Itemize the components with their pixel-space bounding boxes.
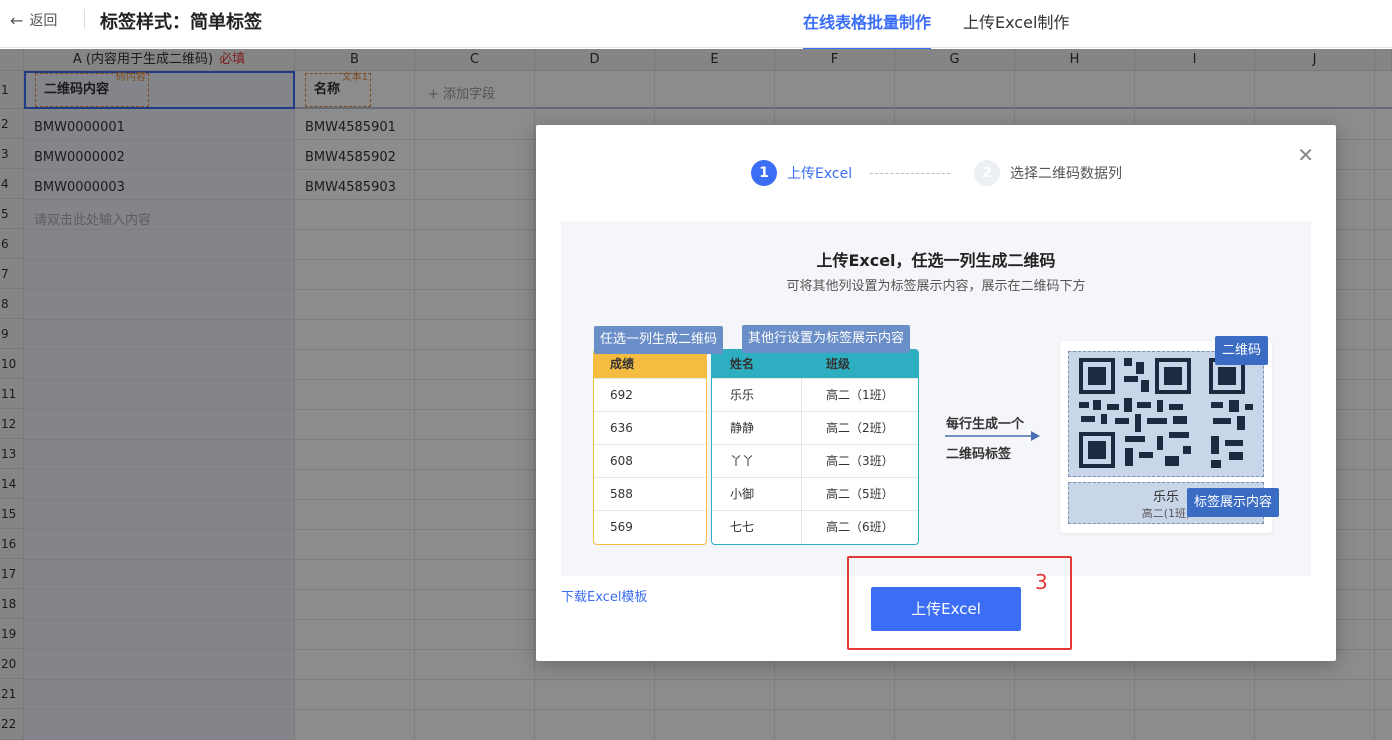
info-row: 乐乐 高二（1班）	[712, 378, 918, 411]
info-header: 姓名 班级	[712, 350, 918, 378]
annotation-number: 3	[1035, 570, 1048, 594]
score-table: 成绩 692 636 608 588 569	[593, 349, 707, 545]
score-cell: 692	[594, 378, 706, 411]
callout-select-column: 任选一列生成二维码	[594, 326, 724, 354]
student-class: 高二（2班）	[826, 421, 894, 435]
callout-other-columns: 其他行设置为标签展示内容	[742, 325, 911, 353]
student-name: 小御	[712, 478, 802, 510]
step-label: 上传Excel	[787, 166, 853, 182]
back-button[interactable]: ← 返回	[10, 10, 57, 30]
arrow-text-line2: 二维码标签	[946, 447, 1012, 462]
name-header: 姓名	[730, 357, 755, 371]
score-cell: 636	[594, 411, 706, 444]
step-connector	[870, 173, 950, 174]
step-number: 2	[974, 160, 1000, 186]
student-name: 七七	[712, 511, 802, 543]
student-class: 高二（6班）	[826, 520, 894, 534]
student-name: 丫丫	[712, 445, 802, 477]
student-name: 乐乐	[712, 379, 802, 411]
qr-badge: 二维码	[1215, 336, 1269, 365]
score-cell: 569	[594, 510, 706, 543]
info-row: 七七 高二（6班）	[712, 510, 918, 543]
score-header: 成绩	[594, 350, 706, 378]
panel-subtitle: 可将其他列设置为标签展示内容，展示在二维码下方	[786, 279, 1086, 294]
student-name: 静静	[712, 412, 802, 444]
student-class: 高二（1班）	[826, 388, 894, 402]
tab-upload-excel[interactable]: 上传Excel制作	[963, 9, 1069, 33]
panel-title: 上传Excel，任选一列生成二维码	[816, 251, 1056, 270]
label-display-badge: 标签展示内容	[1187, 488, 1280, 517]
score-cell: 608	[594, 444, 706, 477]
top-bar: ← 返回 标签样式：简单标签 在线表格批量制作 上传Excel制作	[0, 0, 1392, 50]
step-number: 1	[751, 160, 777, 186]
step-select-column: 2 选择二维码数据列	[974, 160, 1122, 186]
class-header: 班级	[826, 357, 851, 371]
student-class: 高二（5班）	[826, 487, 894, 501]
back-label: 返回	[29, 13, 58, 29]
page-title: 标签样式：简单标签	[100, 12, 262, 33]
close-icon[interactable]: ✕	[1297, 143, 1314, 167]
step-label: 选择二维码数据列	[1010, 166, 1122, 182]
info-row: 静静 高二（2班）	[712, 411, 918, 444]
score-cell: 588	[594, 477, 706, 510]
info-row: 小御 高二（5班）	[712, 477, 918, 510]
info-row: 丫丫 高二（3班）	[712, 444, 918, 477]
student-class: 高二（3班）	[826, 454, 894, 468]
illustration-panel: 上传Excel，任选一列生成二维码 可将其他列设置为标签展示内容，展示在二维码下…	[561, 221, 1311, 576]
arrow-left-icon: ←	[10, 10, 24, 30]
header-divider	[84, 9, 85, 29]
arrow-right-icon	[945, 431, 1040, 441]
tab-online-sheet[interactable]: 在线表格批量制作	[803, 9, 932, 50]
qr-code-icon	[1079, 358, 1253, 468]
info-table: 姓名 班级 乐乐 高二（1班） 静静 高二（2班） 丫丫 高二（3班） 小御 高…	[711, 349, 919, 545]
download-template-link[interactable]: 下载Excel模板	[561, 586, 647, 605]
qr-code-area	[1068, 351, 1264, 477]
step-upload: 1 上传Excel	[751, 160, 852, 186]
